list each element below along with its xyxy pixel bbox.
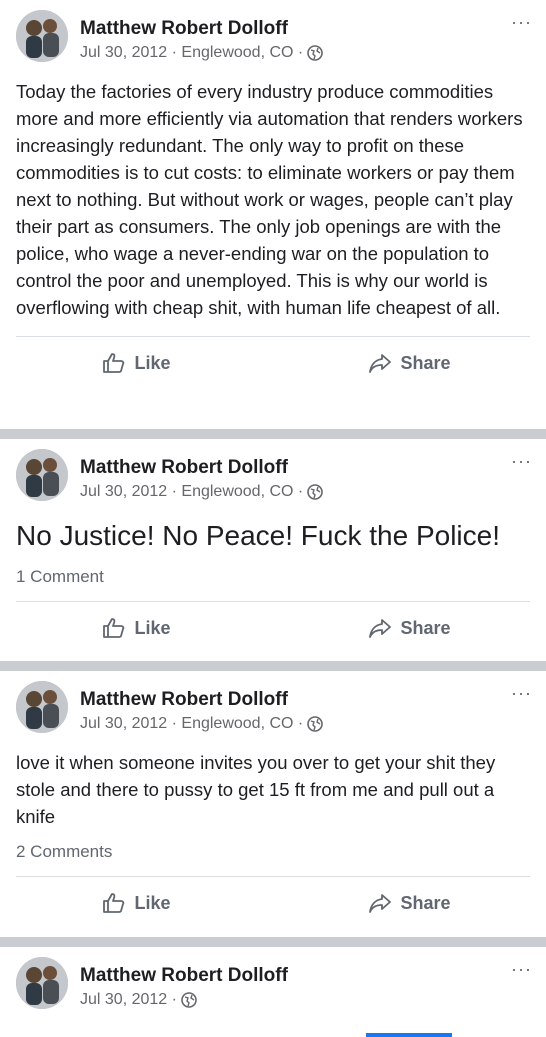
globe-icon: [181, 992, 197, 1008]
globe-icon: [307, 45, 324, 61]
post-header: Matthew Robert Dolloff Jul 30, 2012 · En…: [0, 0, 546, 66]
post-date-location[interactable]: Jul 30, 2012 · Englewood, CO ·: [80, 44, 303, 62]
post: Matthew Robert Dolloff Jul 30, 2012 · En…: [0, 671, 546, 937]
like-label: Like: [134, 617, 171, 638]
like-button[interactable]: Like: [0, 351, 273, 375]
author-name[interactable]: Matthew Robert Dolloff: [80, 965, 288, 987]
share-button[interactable]: Share: [273, 616, 546, 640]
author-name[interactable]: Matthew Robert Dolloff: [80, 18, 288, 40]
post: Matthew Robert Dolloff Jul 30, 2012 · En…: [0, 0, 546, 429]
share-label: Share: [400, 892, 451, 913]
avatar[interactable]: [16, 957, 68, 1009]
post-date-location[interactable]: Jul 30, 2012 · Englewood, CO ·: [80, 483, 303, 501]
post-meta: Jul 30, 2012 · Englewood, CO ·: [80, 483, 324, 501]
avatar[interactable]: [16, 681, 68, 733]
globe-icon: [307, 716, 324, 732]
post-text: Today the factories of every industry pr…: [16, 81, 523, 318]
post-header: Matthew Robert Dolloff Jul 30, 2012 · ··…: [0, 947, 546, 1013]
post-meta: Jul 30, 2012 ·: [80, 991, 197, 1009]
post-header: Matthew Robert Dolloff Jul 30, 2012 · En…: [0, 439, 546, 505]
thumbs-up-icon: [103, 618, 125, 638]
author-name[interactable]: Matthew Robert Dolloff: [80, 689, 288, 711]
post-actions: Like Share: [0, 337, 546, 389]
avatar[interactable]: [16, 449, 68, 501]
author-name[interactable]: Matthew Robert Dolloff: [80, 457, 288, 479]
share-button[interactable]: Share: [273, 891, 546, 915]
avatar[interactable]: [16, 10, 68, 62]
post-actions: Like Share: [0, 602, 546, 654]
post-text: love it when someone invites you over to…: [16, 752, 496, 827]
share-label: Share: [400, 352, 451, 373]
more-options-icon[interactable]: ···: [511, 959, 532, 980]
share-arrow-icon: [369, 894, 392, 913]
post-date-location[interactable]: Jul 30, 2012 ·: [80, 991, 177, 1009]
post-header: Matthew Robert Dolloff Jul 30, 2012 · En…: [0, 671, 546, 737]
more-options-icon[interactable]: ···: [511, 451, 532, 472]
comment-count[interactable]: 2 Comments: [0, 842, 546, 862]
globe-icon: [307, 484, 324, 500]
like-button[interactable]: Like: [0, 891, 273, 915]
more-options-icon[interactable]: ···: [511, 683, 532, 704]
share-button[interactable]: Share: [273, 351, 546, 375]
post-meta: Jul 30, 2012 · Englewood, CO ·: [80, 715, 324, 733]
post-text: No Justice! No Peace! Fuck the Police!: [16, 520, 500, 551]
share-label: Share: [400, 617, 451, 638]
post-meta: Jul 30, 2012 · Englewood, CO ·: [80, 44, 324, 62]
share-arrow-icon: [369, 354, 392, 373]
like-label: Like: [134, 892, 171, 913]
post: Matthew Robert Dolloff Jul 30, 2012 · ··…: [0, 947, 546, 1037]
scroll-highlight-bar: [366, 1033, 452, 1037]
like-label: Like: [134, 352, 171, 373]
post-date-location[interactable]: Jul 30, 2012 · Englewood, CO ·: [80, 715, 303, 733]
post-actions: Like Share: [0, 877, 546, 929]
post: Matthew Robert Dolloff Jul 30, 2012 · En…: [0, 439, 546, 661]
thumbs-up-icon: [103, 353, 125, 373]
comment-count[interactable]: 1 Comment: [0, 567, 546, 587]
like-button[interactable]: Like: [0, 616, 273, 640]
more-options-icon[interactable]: ···: [511, 12, 532, 33]
share-arrow-icon: [369, 619, 392, 638]
thumbs-up-icon: [103, 893, 125, 913]
